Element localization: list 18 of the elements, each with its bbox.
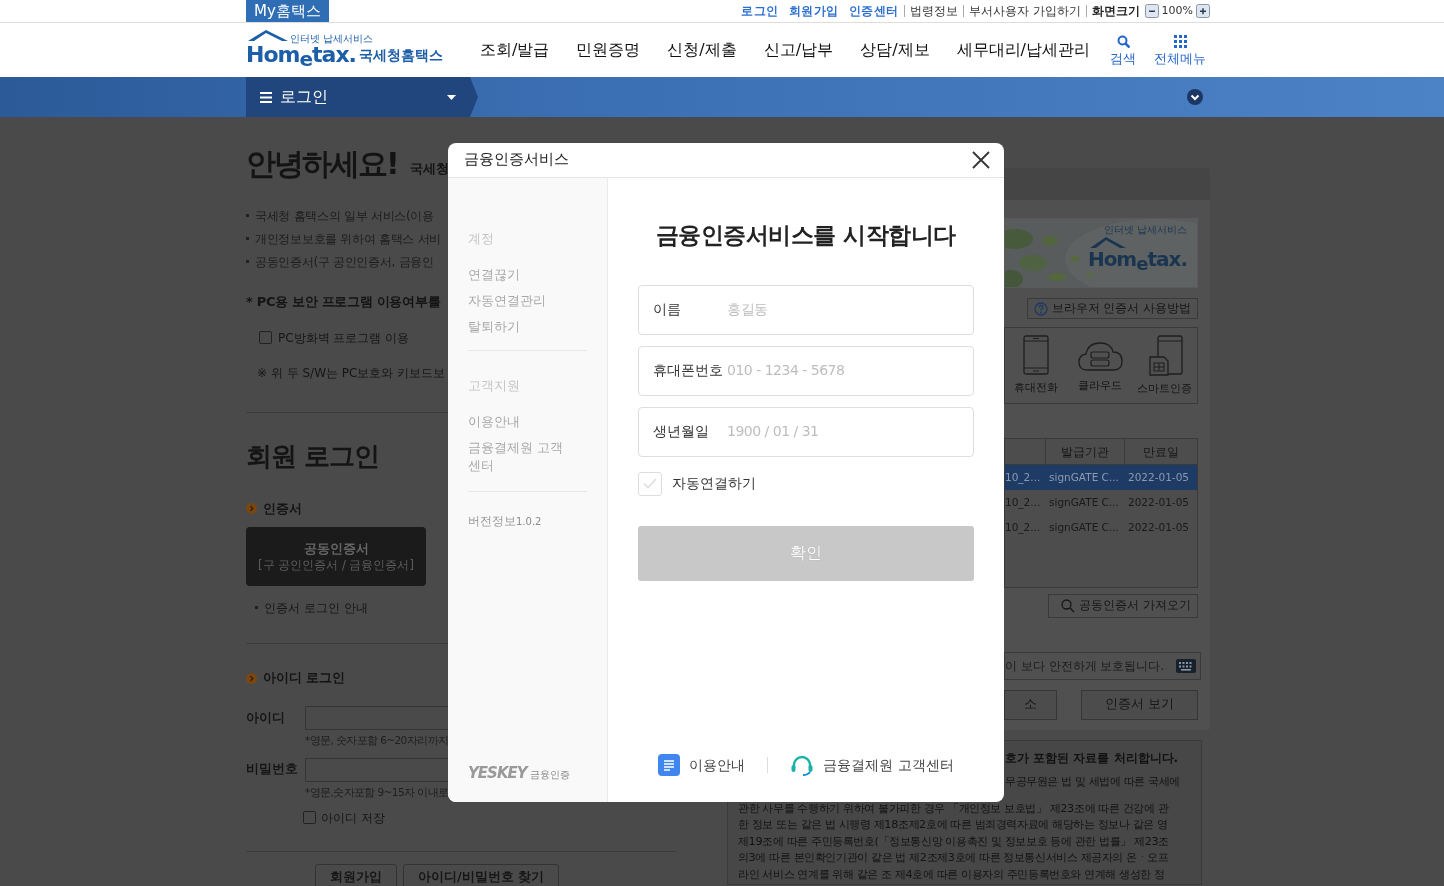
zoom-value: 100% [1160, 2, 1194, 19]
field-label: 이름 [653, 300, 682, 320]
logo-tagline: 인터넷 납세서비스 [290, 34, 375, 44]
table-cell-text: 2022-01-05 [1127, 469, 1191, 485]
brand-logo: YESKEY [468, 762, 527, 784]
brand-caption: 금융인증 [529, 767, 570, 782]
version-label: 버전정보 [468, 512, 516, 530]
zoom-label: 화면크기 [1085, 5, 1145, 17]
dialog-title: 금융인증서비스 [464, 150, 569, 170]
table-cell-text: 10_2... [1005, 469, 1042, 486]
version-number: 1.0.2 [516, 514, 542, 529]
logo-name: 국세청홈택스 [358, 46, 443, 65]
logo-wordmark: Hom$_{e}$tax. [1087, 248, 1187, 270]
field-label: 휴대폰번호 [653, 361, 724, 381]
table-cell-text: signGATE C... [1048, 469, 1120, 485]
dialog-heading: 금융인증서비스를 시작합니다 [655, 221, 957, 250]
field-label: 생년월일 [653, 422, 710, 442]
checkbox-label: 자동연결하기 [672, 474, 756, 493]
